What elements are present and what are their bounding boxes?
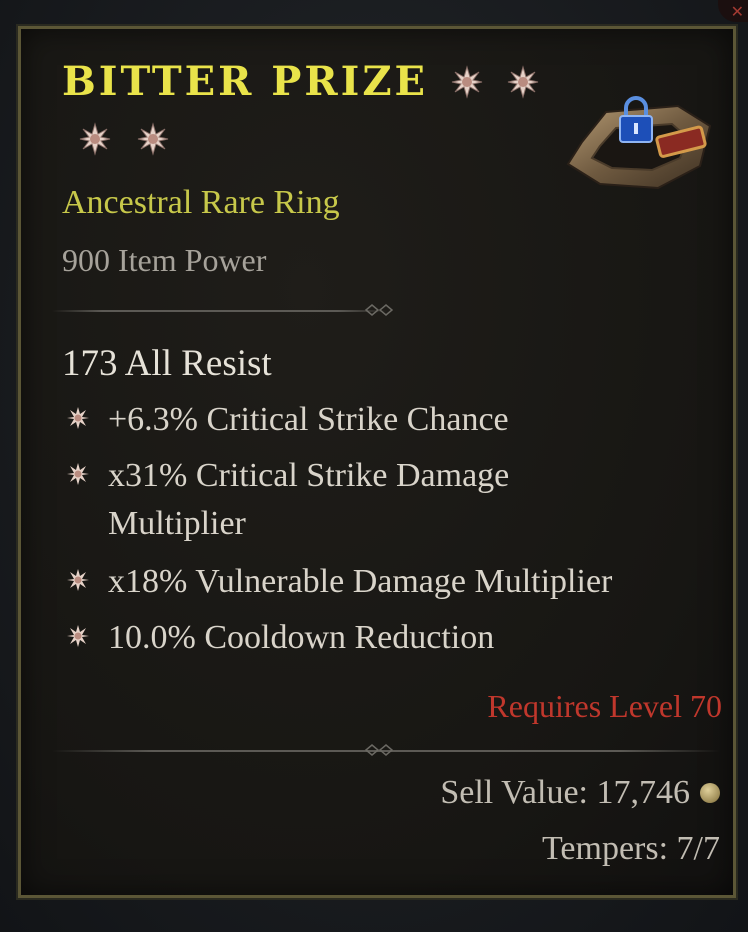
- greater-affix-stars-row: [78, 122, 194, 156]
- affix-text: x18% Vulnerable Damage Multiplier: [108, 563, 613, 600]
- affix-text: +6.3% Critical Strike Chance: [108, 401, 509, 438]
- tooltip-frame: ✕ BITTER PRIZE Ancestral Rare Ring 900 I…: [0, 0, 748, 932]
- close-icon[interactable]: ✕: [718, 0, 748, 22]
- affix-line: x18% Vulnerable Damage Multiplier: [66, 558, 708, 606]
- affix-line: x31% Critical Strike Damage Multiplier: [66, 452, 578, 548]
- title-row: BITTER PRIZE: [62, 62, 540, 102]
- section-divider: [52, 310, 388, 312]
- divider-ornament-icon: [364, 744, 394, 756]
- affix-bullet-icon: [67, 407, 89, 429]
- affix-text: 10.0% Cooldown Reduction: [108, 619, 495, 656]
- level-requirement: Requires Level 70: [487, 688, 722, 724]
- sell-value: Sell Value: 17,746: [440, 774, 720, 812]
- base-stat: 173 All Resist: [62, 343, 272, 384]
- ring-item-icon: [566, 96, 712, 190]
- tempers-count: Tempers: 7/7: [542, 830, 720, 867]
- greater-affix-star-icon: [507, 65, 539, 99]
- divider-ornament-icon: [364, 304, 394, 316]
- greater-affix-star-icon: [79, 122, 111, 156]
- affix-bullet-icon: [67, 569, 89, 591]
- item-power: 900 Item Power: [62, 242, 267, 278]
- gold-coin-icon: [700, 783, 720, 803]
- sell-value-text: Sell Value: 17,746: [440, 774, 690, 811]
- greater-affix-star-icon: [137, 122, 169, 156]
- lock-icon: [619, 96, 653, 143]
- affix-bullet-icon: [67, 625, 89, 647]
- greater-affix-star-icon: [451, 65, 483, 99]
- affix-bullet-icon: [67, 463, 89, 485]
- affix-text: x31% Critical Strike Damage Multiplier: [108, 457, 510, 542]
- item-name: BITTER PRIZE: [62, 58, 428, 105]
- affix-line: +6.3% Critical Strike Chance: [66, 396, 708, 444]
- item-rarity-type: Ancestral Rare Ring: [62, 184, 340, 221]
- affix-line: 10.0% Cooldown Reduction: [66, 614, 708, 662]
